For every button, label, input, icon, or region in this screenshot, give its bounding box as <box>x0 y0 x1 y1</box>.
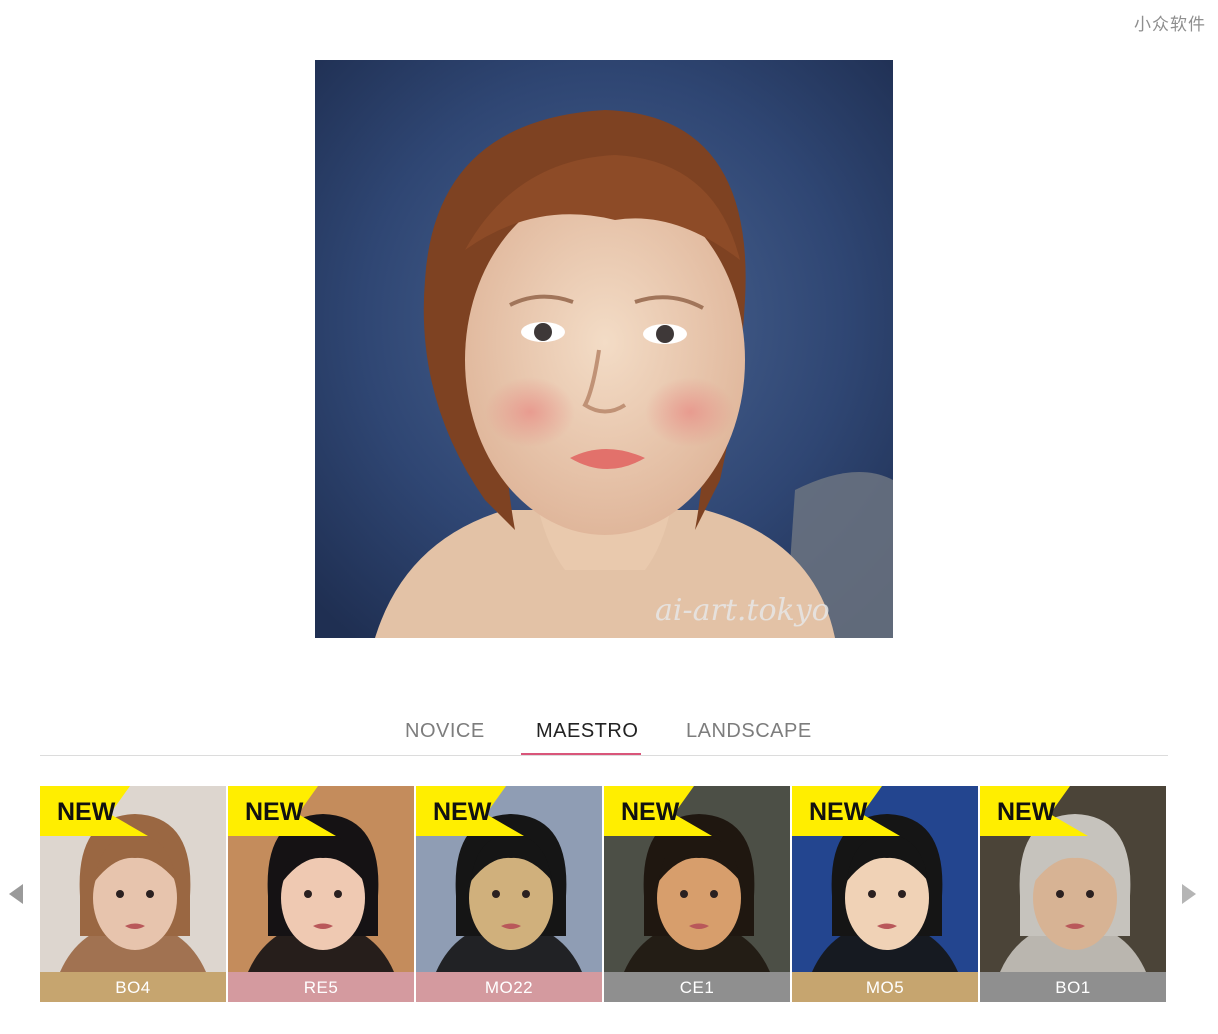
style-tabs: NOVICE MAESTRO LANDSCAPE <box>40 712 1168 756</box>
style-card[interactable]: NEW BO1 <box>980 786 1166 1002</box>
style-card[interactable]: NEW RE5 <box>228 786 414 1002</box>
style-code-label: MO5 <box>792 972 978 1002</box>
new-badge-label: NEW <box>621 798 680 826</box>
new-badge: NEW <box>604 786 714 836</box>
style-carousel: NEW BO4 NEW RE5 NEW MO22 NEW CE1 NEW MO5 NEW BO1 <box>40 786 1168 1002</box>
tab-maestro[interactable]: MAESTRO <box>521 720 641 755</box>
style-code-label: MO22 <box>416 972 602 1002</box>
new-badge: NEW <box>416 786 526 836</box>
style-card[interactable]: NEW MO5 <box>792 786 978 1002</box>
style-code-label: BO1 <box>980 972 1166 1002</box>
new-badge-label: NEW <box>433 798 492 826</box>
new-badge: NEW <box>40 786 150 836</box>
style-card[interactable]: NEW MO22 <box>416 786 602 1002</box>
tab-landscape[interactable]: LANDSCAPE <box>686 720 811 754</box>
new-badge: NEW <box>792 786 902 836</box>
signature: ai-art.tokyo <box>655 593 830 628</box>
new-badge: NEW <box>228 786 338 836</box>
page: 小众软件 ai-art.tokyo NOVICE MAESTRO LANDSCA… <box>0 0 1218 1034</box>
new-badge-label: NEW <box>57 798 116 826</box>
portrait-painting: ai-art.tokyo <box>315 60 893 638</box>
watermark: 小众软件 <box>1134 15 1206 35</box>
style-card[interactable]: NEW CE1 <box>604 786 790 1002</box>
style-code-label: RE5 <box>228 972 414 1002</box>
style-card[interactable]: NEW BO4 <box>40 786 226 1002</box>
chevron-left-icon[interactable] <box>8 884 24 904</box>
style-code-label: BO4 <box>40 972 226 1002</box>
new-badge-label: NEW <box>997 798 1056 826</box>
style-code-label: CE1 <box>604 972 790 1002</box>
new-badge-label: NEW <box>245 798 304 826</box>
tab-novice[interactable]: NOVICE <box>405 720 484 754</box>
chevron-right-icon[interactable] <box>1181 884 1197 904</box>
new-badge: NEW <box>980 786 1090 836</box>
new-badge-label: NEW <box>809 798 868 826</box>
result-portrait: ai-art.tokyo <box>315 60 893 638</box>
